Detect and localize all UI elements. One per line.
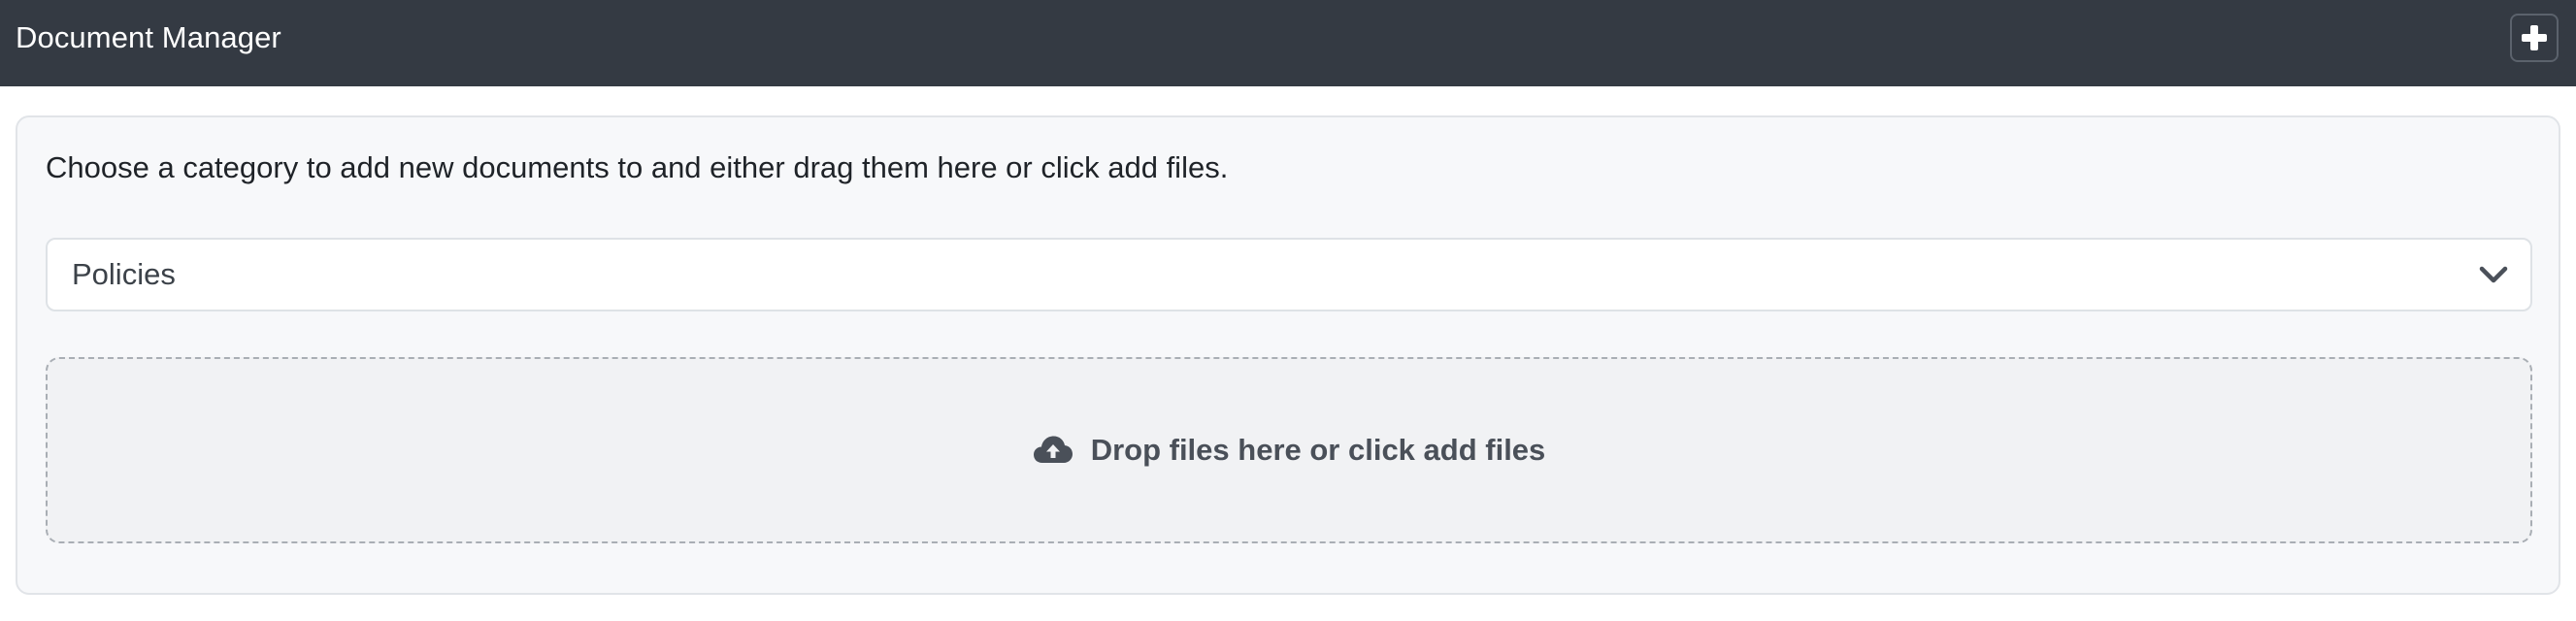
plus-icon: [2522, 25, 2547, 50]
upload-instructions: Choose a category to add new documents t…: [46, 150, 1229, 184]
add-document-button[interactable]: [2510, 14, 2559, 62]
app-header: Document Manager: [0, 0, 2576, 86]
chevron-down-icon: [2479, 266, 2508, 283]
file-dropzone[interactable]: Drop files here or click add files: [46, 357, 2532, 543]
page-title: Document Manager: [16, 20, 281, 54]
category-select[interactable]: Policies: [46, 238, 2532, 311]
cloud-upload-icon: [1033, 436, 1073, 463]
upload-panel: Choose a category to add new documents t…: [16, 115, 2560, 595]
category-select-value: Policies: [72, 257, 176, 291]
dropzone-label: Drop files here or click add files: [1090, 433, 1546, 467]
